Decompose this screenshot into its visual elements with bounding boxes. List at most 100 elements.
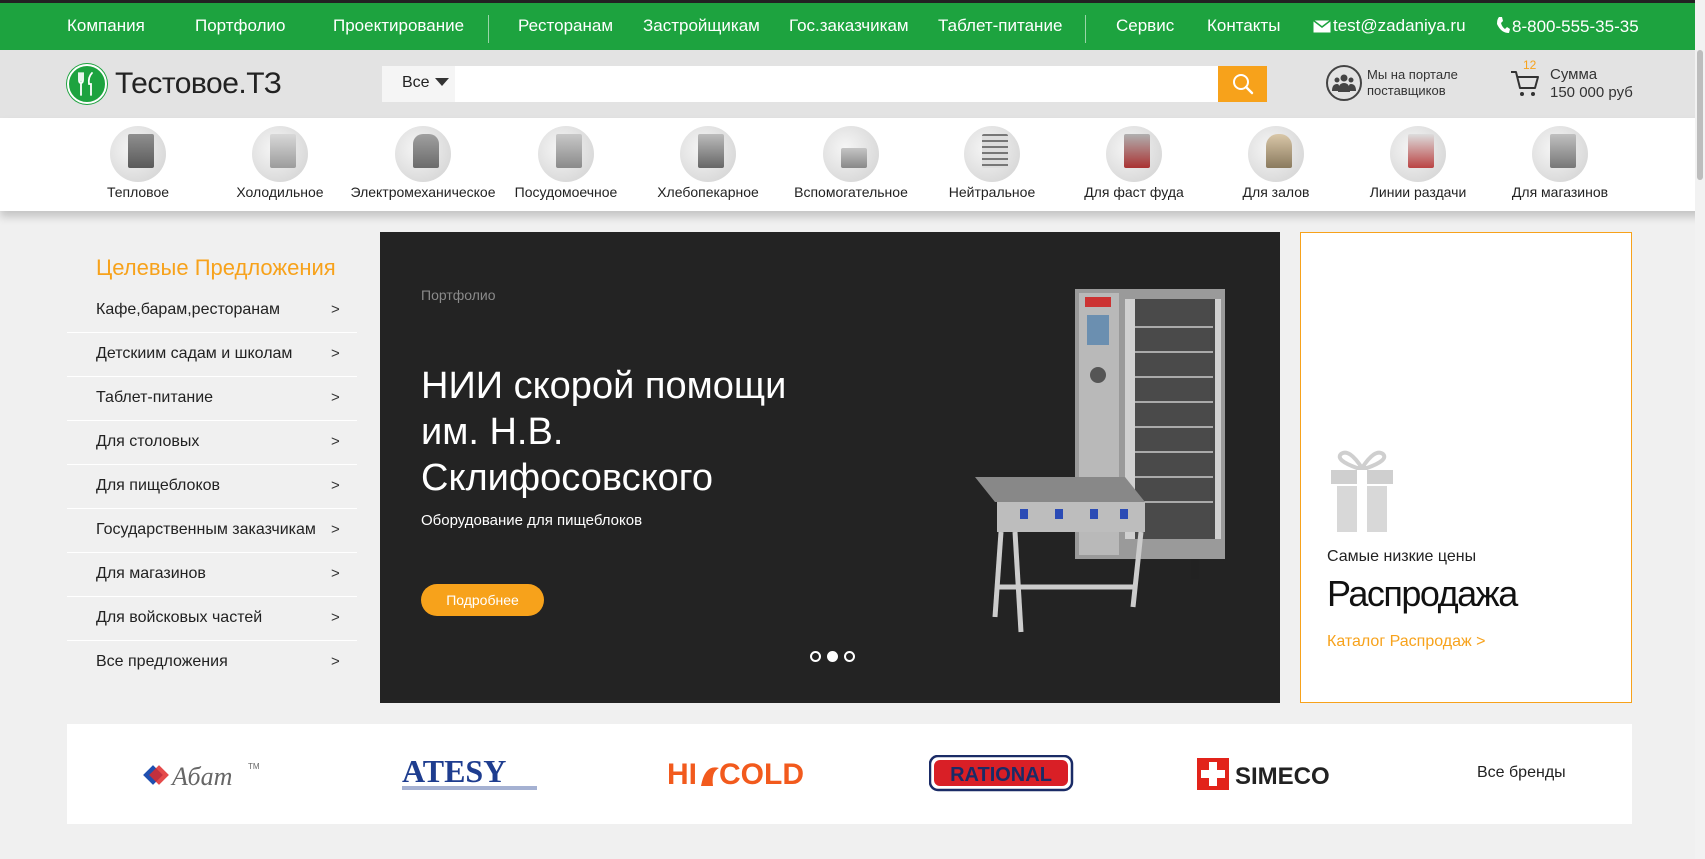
sidebar-item-label: Кафе,барам,ресторанам — [96, 301, 281, 318]
category-shops[interactable]: Для магазинов — [1485, 126, 1635, 200]
category-serving-lines[interactable]: Линии раздачи — [1343, 126, 1493, 200]
cart-sum: 150 000 руб — [1550, 84, 1633, 101]
brand-abat-logo[interactable]: Абат TM — [140, 754, 280, 794]
chevron-right-icon: > — [331, 477, 340, 494]
logo[interactable]: Тестовое.ТЗ — [67, 63, 282, 105]
phone-icon — [1497, 17, 1510, 33]
nav-item-design[interactable]: Проектирование — [333, 16, 464, 36]
category-label: Нейтральное — [948, 184, 1036, 200]
slider-dot-2[interactable] — [827, 651, 838, 662]
sidebar-item-shops[interactable]: Для магазинов > — [67, 553, 357, 597]
category-refrigeration-image — [252, 126, 308, 182]
category-shops-image — [1532, 126, 1588, 182]
category-auxiliary[interactable]: Вспомогательное — [776, 126, 926, 200]
sidebar-item-label: Детскиим садам и школам — [96, 345, 293, 362]
supplier-portal-link[interactable]: Мы на портале поставщиков — [1326, 65, 1458, 101]
fork-knife-icon — [67, 64, 107, 104]
nav-divider — [1085, 15, 1086, 43]
email-link[interactable]: test@zadaniya.ru — [1313, 16, 1466, 36]
sidebar-item-cafes[interactable]: Кафе,барам,ресторанам > — [67, 289, 357, 333]
slider-dot-1[interactable] — [810, 651, 821, 662]
nav-item-service[interactable]: Сервис — [1116, 16, 1174, 36]
sidebar-item-label: Государственным заказчикам — [96, 521, 316, 538]
brand-rational-logo[interactable]: RATIONAL — [929, 754, 1075, 794]
nav-item-developers[interactable]: Застройщикам — [643, 16, 760, 36]
nav-item-contacts[interactable]: Контакты — [1207, 16, 1280, 36]
cart-label: Сумма — [1550, 66, 1598, 83]
target-offers-sidebar: Целевые Предложения Кафе,барам,ресторана… — [67, 255, 357, 685]
category-bakery[interactable]: Хлебопекарное — [633, 126, 783, 200]
svg-text:ATESY: ATESY — [402, 754, 506, 789]
chevron-right-icon: > — [331, 565, 340, 582]
nav-item-company[interactable]: Компания — [67, 16, 145, 36]
slider-dot-3[interactable] — [844, 651, 855, 662]
sidebar-item-label: Таблет-питание — [96, 389, 214, 406]
nav-item-government[interactable]: Гос.заказчикам — [789, 16, 909, 36]
sale-box: Самые низкие цены Распродажа Каталог Рас… — [1300, 232, 1632, 703]
sale-headline: Распродажа — [1327, 573, 1518, 614]
brand-hicold-logo[interactable]: HI COLD — [667, 754, 817, 794]
sidebar-item-all[interactable]: Все предложения > — [67, 641, 357, 685]
sidebar-item-label: Для войсковых частей — [96, 609, 263, 626]
chevron-right-icon: > — [331, 345, 340, 362]
brand-simeco-logo[interactable]: SIMECO — [1197, 754, 1353, 794]
portal-text: Мы на портале поставщиков — [1367, 67, 1458, 99]
portal-line1: Мы на портале — [1367, 67, 1458, 82]
svg-text:COLD: COLD — [719, 758, 804, 791]
category-label: Для магазинов — [1511, 184, 1609, 200]
sidebar-item-government[interactable]: Государственным заказчикам > — [67, 509, 357, 553]
category-neutral-image — [964, 126, 1020, 182]
category-label: Тепловое — [106, 184, 170, 200]
phone-link[interactable]: 8-800-555-35-35 — [1496, 16, 1639, 37]
svg-text:Абат: Абат — [170, 762, 232, 791]
category-neutral[interactable]: Нейтральное — [917, 126, 1067, 200]
category-label: Электромеханическое — [350, 184, 496, 200]
category-label: Для фаст фуда — [1084, 184, 1184, 200]
category-thermal[interactable]: Тепловое — [63, 126, 213, 200]
category-label: Хлебопекарное — [657, 184, 759, 200]
chevron-right-icon: > — [331, 521, 340, 538]
sidebar-item-canteens[interactable]: Для столовых > — [67, 421, 357, 465]
brands-bar: Абат TM ATESY HI COLD RATIONAL SIMECO Вс… — [67, 724, 1632, 824]
search-category-value: Все — [402, 74, 430, 91]
kitchen-equipment-image — [975, 289, 1225, 633]
page-scrollbar[interactable] — [1695, 0, 1705, 859]
category-bakery-image — [680, 126, 736, 182]
category-label: Холодильное — [236, 184, 324, 200]
category-serving-lines-image — [1390, 126, 1446, 182]
more-button[interactable]: Подробнее — [421, 584, 544, 616]
nav-item-portfolio[interactable]: Портфолио — [195, 16, 285, 36]
email-text: test@zadaniya.ru — [1333, 16, 1466, 35]
cart[interactable]: 12 Сумма 150 000 руб — [1510, 58, 1633, 102]
search-category-select[interactable]: Все — [382, 66, 455, 102]
search-button[interactable] — [1218, 66, 1267, 102]
all-brands-link[interactable]: Все бренды — [1477, 764, 1566, 782]
category-halls[interactable]: Для залов — [1201, 126, 1351, 200]
category-dishwashing[interactable]: Посудомоечное — [491, 126, 641, 200]
scrollbar-thumb[interactable] — [1697, 50, 1703, 180]
category-electromechanical[interactable]: Электромеханическое — [348, 126, 498, 200]
header: Тестовое.ТЗ Все Мы на портале поставщиков… — [0, 50, 1705, 118]
nav-item-restaurants[interactable]: Ресторанам — [518, 16, 613, 36]
category-label: Для залов — [1242, 184, 1310, 200]
search-input[interactable] — [458, 66, 1198, 102]
brand-atesy-logo[interactable]: ATESY — [402, 754, 542, 794]
sidebar-item-label: Все предложения — [96, 653, 228, 670]
slider-dots — [810, 651, 855, 662]
sidebar-item-tablet[interactable]: Таблет-питание > — [67, 377, 357, 421]
sidebar-item-kindergartens[interactable]: Детскиим садам и школам > — [67, 333, 357, 377]
sidebar-item-military[interactable]: Для войсковых частей > — [67, 597, 357, 641]
sidebar-item-catering-units[interactable]: Для пищеблоков > — [67, 465, 357, 509]
category-fast-food[interactable]: Для фаст фуда — [1059, 126, 1209, 200]
category-halls-image — [1248, 126, 1304, 182]
category-label: Вспомогательное — [794, 184, 908, 200]
category-label: Линии раздачи — [1369, 184, 1467, 200]
cart-count-badge: 12 — [1523, 58, 1537, 72]
svg-text:TM: TM — [248, 762, 260, 771]
nav-item-tablet[interactable]: Таблет-питание — [938, 16, 1062, 36]
sale-catalog-link[interactable]: Каталог Распродаж > — [1327, 633, 1485, 651]
chevron-right-icon: > — [331, 653, 340, 670]
category-refrigeration[interactable]: Холодильное — [205, 126, 355, 200]
chevron-right-icon: > — [331, 433, 340, 450]
chevron-right-icon: > — [331, 609, 340, 626]
